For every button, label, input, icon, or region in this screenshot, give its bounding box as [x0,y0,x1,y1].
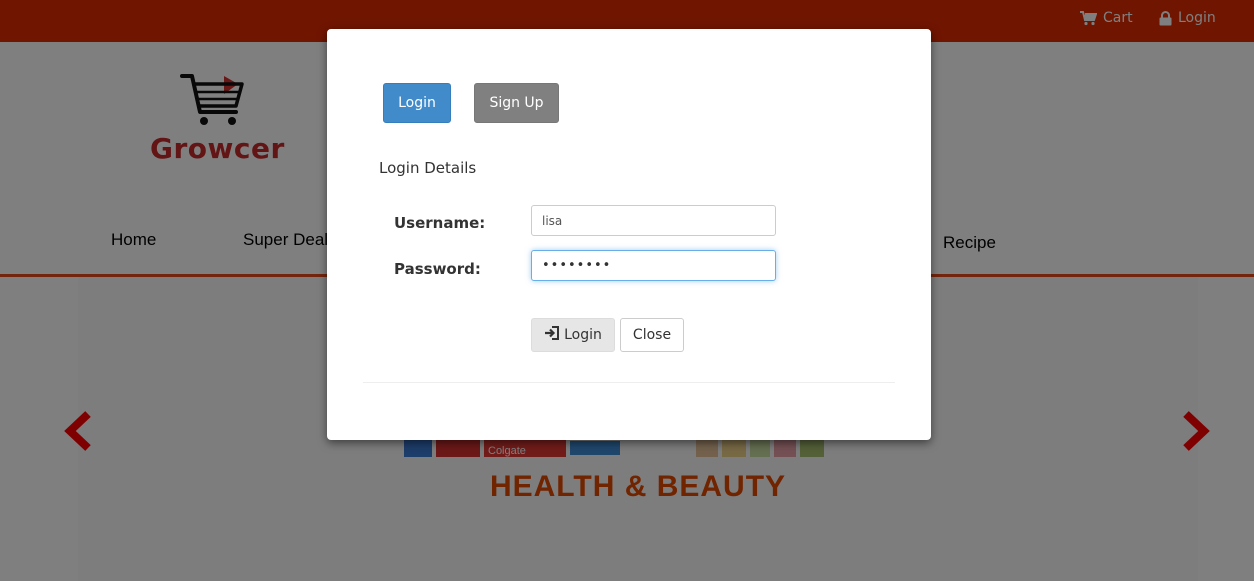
modal-divider [363,382,895,383]
close-button[interactable]: Close [620,318,684,352]
tab-signup-button[interactable]: Sign Up [474,83,559,123]
sign-in-icon [544,326,560,344]
password-input[interactable] [531,250,776,281]
login-details-legend: Login Details [379,159,477,177]
tab-login-button[interactable]: Login [383,83,451,123]
username-input[interactable] [531,205,776,236]
submit-login-label: Login [564,327,602,343]
password-label: Password: [394,260,481,278]
username-label: Username: [394,214,486,232]
submit-login-button[interactable]: Login [531,318,615,352]
login-modal: Login Sign Up Login Details Username: Pa… [327,29,931,440]
